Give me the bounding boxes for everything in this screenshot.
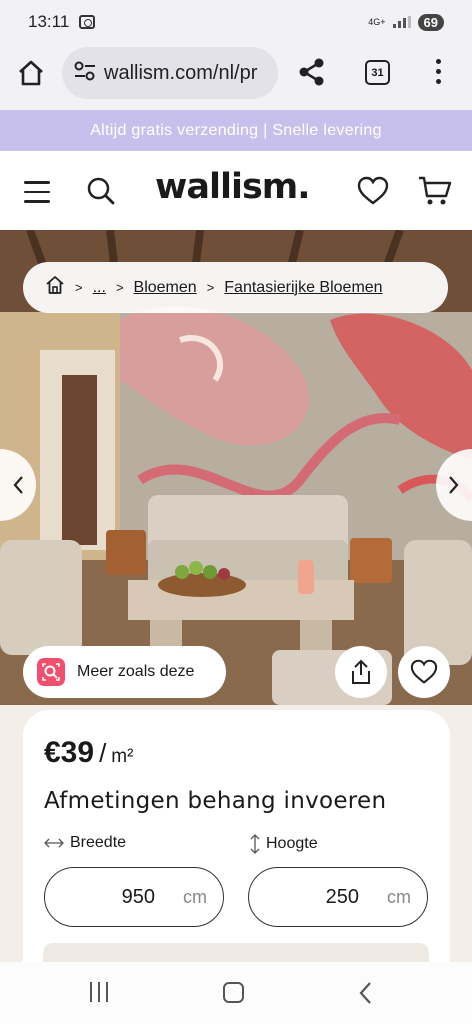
address-bar[interactable]: wallism.com/nl/pr <box>62 47 278 99</box>
price-separator: / <box>99 738 107 768</box>
dimensions-heading: Afmetingen behang invoeren <box>44 788 387 814</box>
price-unit: m² <box>111 746 134 767</box>
system-navigation-bar <box>0 962 472 1024</box>
favorite-button[interactable] <box>398 646 450 698</box>
home-breadcrumb-icon[interactable] <box>45 275 65 300</box>
battery-indicator: 69 <box>417 13 444 31</box>
chevron-right-icon <box>449 476 459 494</box>
breadcrumb-item-fantasierijke-bloemen[interactable]: Fantasierijke Bloemen <box>224 279 382 297</box>
home-icon[interactable] <box>16 58 46 92</box>
site-header: wallism. <box>0 151 472 230</box>
share-icon[interactable] <box>298 57 326 91</box>
chevron-left-icon <box>13 476 23 494</box>
breadcrumb-item-bloemen[interactable]: Bloemen <box>134 279 197 297</box>
height-value[interactable]: 250 <box>249 886 359 909</box>
visual-search-icon <box>37 658 65 686</box>
home-button-icon[interactable] <box>223 982 244 1003</box>
overflow-menu-icon[interactable] <box>436 59 441 84</box>
width-label: Breedte <box>44 834 126 852</box>
more-like-this-button[interactable]: Meer zoals deze <box>23 646 226 698</box>
price: €39 / m² <box>44 736 133 770</box>
height-unit: cm <box>387 886 411 907</box>
status-bar: 13:11 4G+ 69 <box>0 0 472 44</box>
promo-banner: Altijd gratis verzending | Snelle leveri… <box>0 110 472 151</box>
width-value[interactable]: 950 <box>45 886 155 909</box>
search-icon[interactable] <box>86 176 116 210</box>
share-product-button[interactable] <box>335 646 387 698</box>
back-icon[interactable] <box>358 981 372 1009</box>
upload-share-icon <box>352 659 370 684</box>
signal-icon <box>392 16 411 28</box>
menu-icon[interactable] <box>24 181 50 203</box>
product-image-carousel[interactable]: > ... > Bloemen > Fantasierijke Bloemen … <box>0 230 472 705</box>
more-like-this-label: Meer zoals deze <box>77 663 195 680</box>
height-label: Hoogte <box>250 834 318 854</box>
breadcrumb: > ... > Bloemen > Fantasierijke Bloemen <box>23 262 448 313</box>
height-input[interactable]: 250 cm <box>248 867 428 927</box>
width-input[interactable]: 950 cm <box>44 867 224 927</box>
browser-toolbar: wallism.com/nl/pr 31 <box>0 44 472 110</box>
breadcrumb-separator: > <box>115 280 124 295</box>
horizontal-arrows-icon <box>44 838 64 848</box>
tab-switcher-button[interactable]: 31 <box>365 60 390 85</box>
site-logo[interactable]: wallism. <box>155 167 311 207</box>
url-text: wallism.com/nl/pr <box>104 61 258 84</box>
heart-icon <box>410 659 438 684</box>
breadcrumb-separator: > <box>206 280 215 295</box>
breadcrumb-separator: > <box>75 280 83 295</box>
recent-apps-icon[interactable] <box>90 982 108 1002</box>
status-time: 13:11 <box>28 12 70 31</box>
price-amount: €39 <box>44 736 95 769</box>
network-type: 4G+ <box>368 16 386 27</box>
cart-icon[interactable] <box>418 175 452 211</box>
width-unit: cm <box>183 886 207 907</box>
breadcrumb-ellipsis[interactable]: ... <box>93 279 106 297</box>
screenshot-icon <box>79 15 96 29</box>
vertical-arrows-icon <box>250 834 260 854</box>
wishlist-icon[interactable] <box>357 176 389 210</box>
site-settings-icon[interactable] <box>74 61 96 85</box>
